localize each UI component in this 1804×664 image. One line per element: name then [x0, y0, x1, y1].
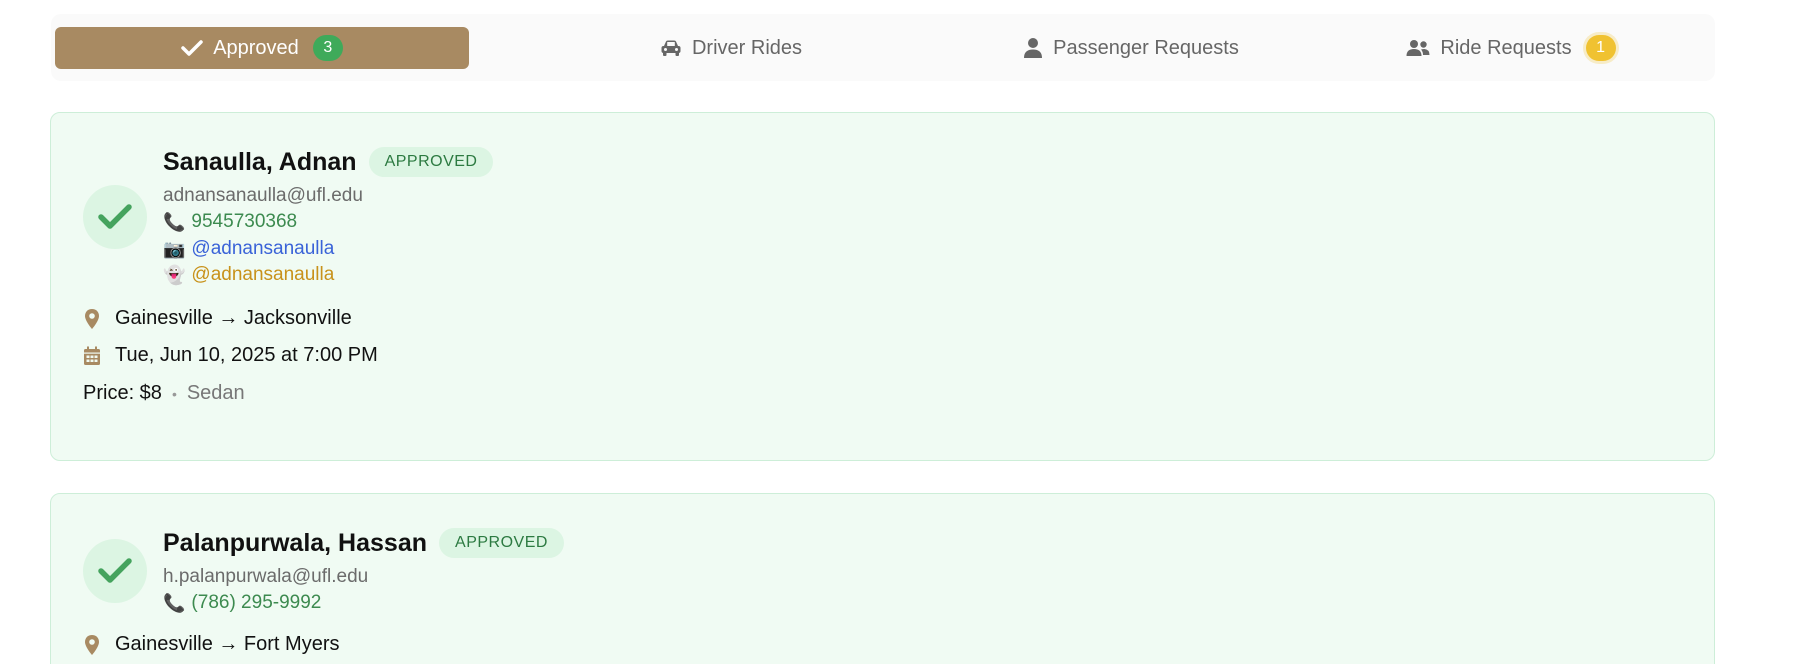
users-icon: [1406, 39, 1430, 57]
phone-link[interactable]: 9545730368: [191, 211, 297, 233]
user-icon: [1023, 37, 1043, 59]
approved-check-icon: [83, 185, 147, 249]
phone-line: 📞 (786) 295-9992: [163, 592, 321, 614]
datetime-text: Tue, Jun 10, 2025 at 7:00 PM: [115, 344, 378, 366]
ghost-icon: 👻: [163, 264, 186, 285]
map-pin-icon: [83, 308, 101, 330]
ride-card: Sanaulla, Adnan APPROVED adnansanaulla@u…: [50, 112, 1715, 461]
check-icon: [181, 39, 203, 57]
camera-icon: 📷: [163, 238, 186, 259]
tab-label: Passenger Requests: [1053, 36, 1239, 59]
passenger-name: Sanaulla, Adnan: [163, 147, 357, 176]
phone-line: 📞 9545730368: [163, 211, 297, 233]
tab-label: Driver Rides: [691, 36, 803, 59]
tab-label: Approved: [213, 36, 299, 59]
instagram-link[interactable]: @adnansanaulla: [191, 238, 334, 260]
instagram-line: 📷 @adnansanaulla: [163, 238, 334, 260]
tab-ride-requests[interactable]: Ride Requests 1: [1351, 27, 1671, 69]
tab-passenger-requests[interactable]: Passenger Requests: [971, 27, 1291, 69]
status-badge: APPROVED: [439, 528, 564, 558]
route-text: Gainesville → Fort Myers: [115, 633, 340, 655]
passenger-name: Palanpurwala, Hassan: [163, 528, 428, 557]
car-icon: [660, 39, 682, 57]
datetime-row: Tue, Jun 10, 2025 at 7:00 PM: [83, 344, 378, 367]
phone-icon: 📞: [163, 592, 186, 613]
tab-approved[interactable]: Approved 3: [55, 27, 469, 69]
name-row: Sanaulla, Adnan APPROVED: [163, 147, 494, 177]
tab-driver-rides[interactable]: Driver Rides: [571, 27, 891, 69]
email: h.palanpurwala@ufl.edu: [163, 566, 369, 587]
name-row: Palanpurwala, Hassan APPROVED: [163, 528, 564, 558]
count-badge: 1: [1585, 35, 1616, 61]
snapchat-link[interactable]: @adnansanaulla: [191, 264, 334, 286]
approved-check-icon: [83, 539, 147, 603]
tab-bar: Approved 3 Driver Rides Passenger Reques…: [51, 14, 1715, 81]
calendar-icon: [83, 346, 101, 366]
map-pin-icon: [83, 634, 101, 656]
separator-dot: •: [171, 385, 177, 402]
vehicle-type: Sedan: [186, 382, 245, 404]
email: adnansanaulla@ufl.edu: [163, 185, 363, 206]
route-text: Gainesville → Jacksonville: [115, 307, 352, 329]
status-badge: APPROVED: [368, 147, 494, 177]
phone-link[interactable]: (786) 295-9992: [191, 592, 321, 614]
ride-card: Palanpurwala, Hassan APPROVED h.palanpur…: [50, 493, 1715, 664]
route-row: Gainesville → Fort Myers: [83, 633, 340, 656]
snapchat-line: 👻 @adnansanaulla: [163, 264, 334, 286]
price: Price: $8: [83, 382, 162, 404]
price-row: Price: $8 • Sedan: [83, 382, 245, 405]
phone-icon: 📞: [163, 211, 186, 232]
count-badge: 3: [312, 35, 343, 61]
tab-label: Ride Requests: [1440, 36, 1572, 59]
route-row: Gainesville → Jacksonville: [83, 307, 352, 330]
